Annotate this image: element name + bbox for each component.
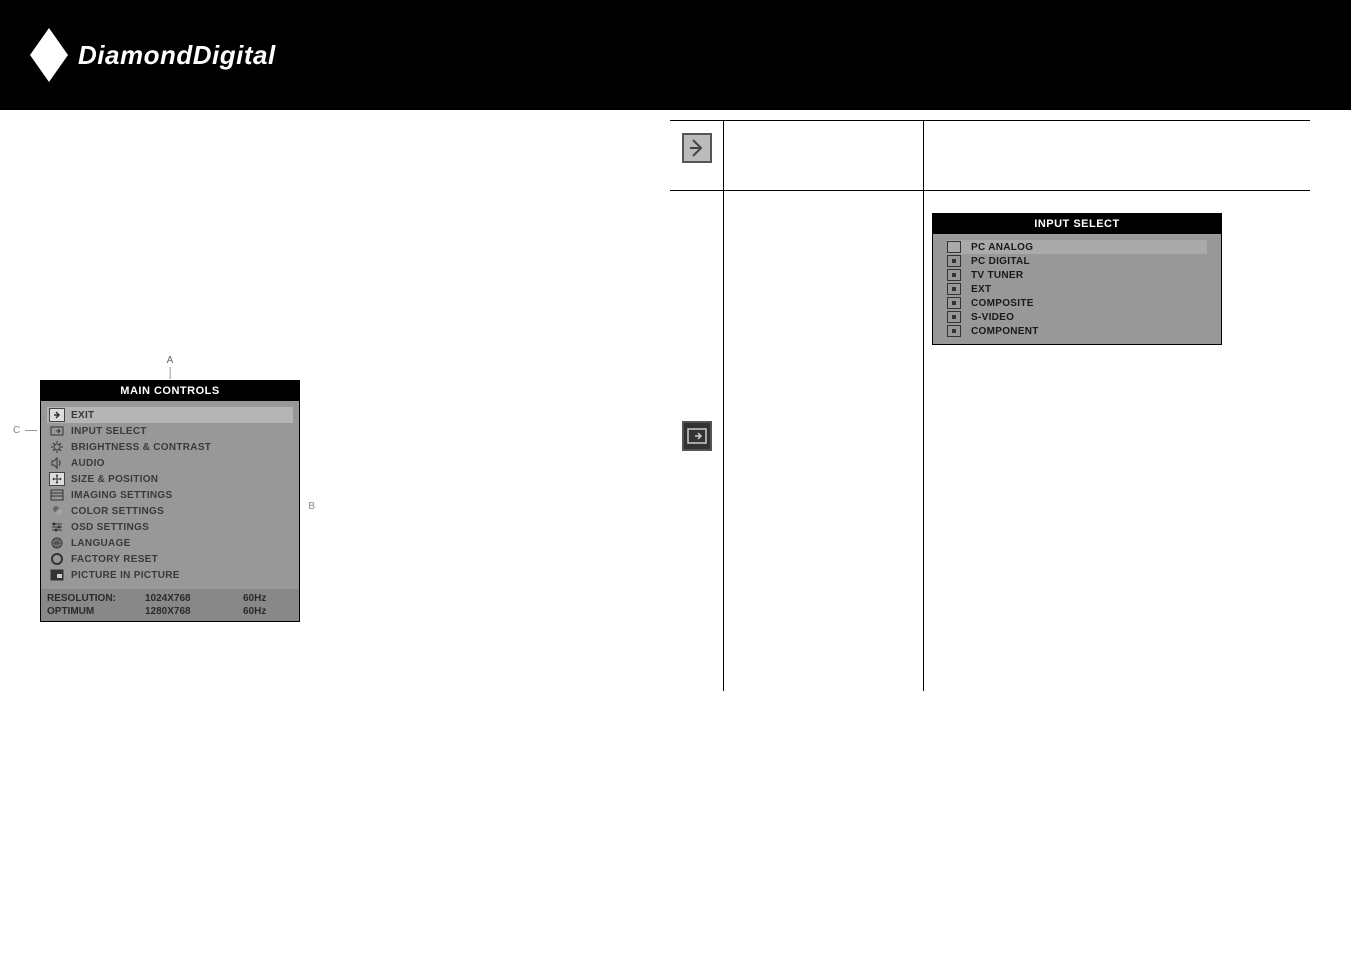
menu-label: AUDIO xyxy=(71,458,105,469)
optimum-hz: 60Hz xyxy=(243,606,293,617)
header-band: DiamondDigital xyxy=(0,0,1351,110)
menu-item-size-position[interactable]: SIZE & POSITION xyxy=(47,471,293,487)
menu-label: INPUT SELECT xyxy=(71,426,147,437)
main-controls-list: EXIT INPUT SELECT BRIGHTNESS & CONTRAST … xyxy=(41,401,299,589)
input-select-list: PC ANALOG PC DIGITAL TV TUNER EXT COMPOS… xyxy=(933,234,1221,344)
menu-item-imaging[interactable]: IMAGING SETTINGS xyxy=(47,487,293,503)
menu-label: PICTURE IN PICTURE xyxy=(71,570,180,581)
input-option-icon xyxy=(947,283,961,295)
input-item-component[interactable]: COMPONENT xyxy=(947,324,1207,338)
menu-label: EXIT xyxy=(71,410,94,421)
main-controls-footer: RESOLUTION: 1024X768 60Hz OPTIMUM 1280X7… xyxy=(41,589,299,621)
resolution-hz: 60Hz xyxy=(243,593,293,604)
callout-marker-b: B xyxy=(308,501,315,512)
input-item-ext[interactable]: EXT xyxy=(947,282,1207,296)
menu-label: LANGUAGE xyxy=(71,538,131,549)
input-label: COMPONENT xyxy=(971,326,1039,337)
table-icon-cell-input xyxy=(670,191,724,691)
menu-item-brightness[interactable]: BRIGHTNESS & CONTRAST xyxy=(47,439,293,455)
input-item-tv-tuner[interactable]: TV TUNER xyxy=(947,268,1207,282)
description-table: INPUT SELECT PC ANALOG PC DIGITAL TV TUN… xyxy=(670,120,1310,691)
menu-item-factory-reset[interactable]: FACTORY RESET xyxy=(47,551,293,567)
input-label: TV TUNER xyxy=(971,270,1023,281)
imaging-icon xyxy=(49,488,65,502)
menu-item-language[interactable]: LANGUAGE xyxy=(47,535,293,551)
brand-text: DiamondDigital xyxy=(78,40,276,71)
callout-marker-a: A xyxy=(167,355,174,366)
input-select-icon xyxy=(49,424,65,438)
menu-label: OSD SETTINGS xyxy=(71,522,149,533)
factory-reset-icon xyxy=(49,552,65,566)
table-icon-cell-exit xyxy=(670,121,724,191)
table-cell-input-desc: INPUT SELECT PC ANALOG PC DIGITAL TV TUN… xyxy=(924,191,1310,691)
exit-icon-large xyxy=(682,133,712,163)
menu-item-osd[interactable]: OSD SETTINGS xyxy=(47,519,293,535)
exit-icon xyxy=(49,408,65,422)
optimum-value: 1280X768 xyxy=(145,606,243,617)
input-item-composite[interactable]: COMPOSITE xyxy=(947,296,1207,310)
callout-marker-c: C xyxy=(13,425,20,436)
input-label: COMPOSITE xyxy=(971,298,1034,309)
input-select-title: INPUT SELECT xyxy=(933,214,1221,234)
menu-item-color[interactable]: COLOR SETTINGS xyxy=(47,503,293,519)
optimum-label: OPTIMUM xyxy=(47,606,145,617)
input-option-icon xyxy=(947,311,961,323)
menu-label: BRIGHTNESS & CONTRAST xyxy=(71,442,211,453)
main-controls-title: MAIN CONTROLS xyxy=(41,381,299,401)
menu-item-audio[interactable]: AUDIO xyxy=(47,455,293,471)
diamond-logo-icon xyxy=(30,28,68,82)
input-option-icon xyxy=(947,255,961,267)
audio-icon xyxy=(49,456,65,470)
input-option-icon xyxy=(947,241,961,253)
menu-item-pip[interactable]: PICTURE IN PICTURE xyxy=(47,567,293,583)
menu-label: COLOR SETTINGS xyxy=(71,506,164,517)
language-icon xyxy=(49,536,65,550)
pip-icon xyxy=(49,568,65,582)
table-cell-exit-desc xyxy=(924,121,1310,191)
input-label: EXT xyxy=(971,284,991,295)
resolution-value: 1024X768 xyxy=(145,593,243,604)
osd-settings-icon xyxy=(49,520,65,534)
input-select-icon-large xyxy=(682,421,712,451)
input-item-s-video[interactable]: S-VIDEO xyxy=(947,310,1207,324)
menu-label: FACTORY RESET xyxy=(71,554,158,565)
input-label: PC DIGITAL xyxy=(971,256,1030,267)
input-select-panel: INPUT SELECT PC ANALOG PC DIGITAL TV TUN… xyxy=(932,213,1222,345)
menu-item-input-select[interactable]: INPUT SELECT xyxy=(47,423,293,439)
table-cell-input-name xyxy=(724,191,924,691)
input-option-icon xyxy=(947,269,961,281)
menu-label: IMAGING SETTINGS xyxy=(71,490,172,501)
input-item-pc-digital[interactable]: PC DIGITAL xyxy=(947,254,1207,268)
resolution-label: RESOLUTION: xyxy=(47,593,145,604)
color-icon xyxy=(49,504,65,518)
input-label: S-VIDEO xyxy=(971,312,1014,323)
brightness-icon xyxy=(49,440,65,454)
size-position-icon xyxy=(49,472,65,486)
main-controls-panel: A B C MAIN CONTROLS EXIT INPUT SELECT BR… xyxy=(40,380,300,622)
menu-item-exit[interactable]: EXIT xyxy=(47,407,293,423)
input-option-icon xyxy=(947,297,961,309)
input-item-pc-analog[interactable]: PC ANALOG xyxy=(947,240,1207,254)
input-label: PC ANALOG xyxy=(971,242,1033,253)
menu-label: SIZE & POSITION xyxy=(71,474,158,485)
table-cell-exit-name xyxy=(724,121,924,191)
input-option-icon xyxy=(947,325,961,337)
